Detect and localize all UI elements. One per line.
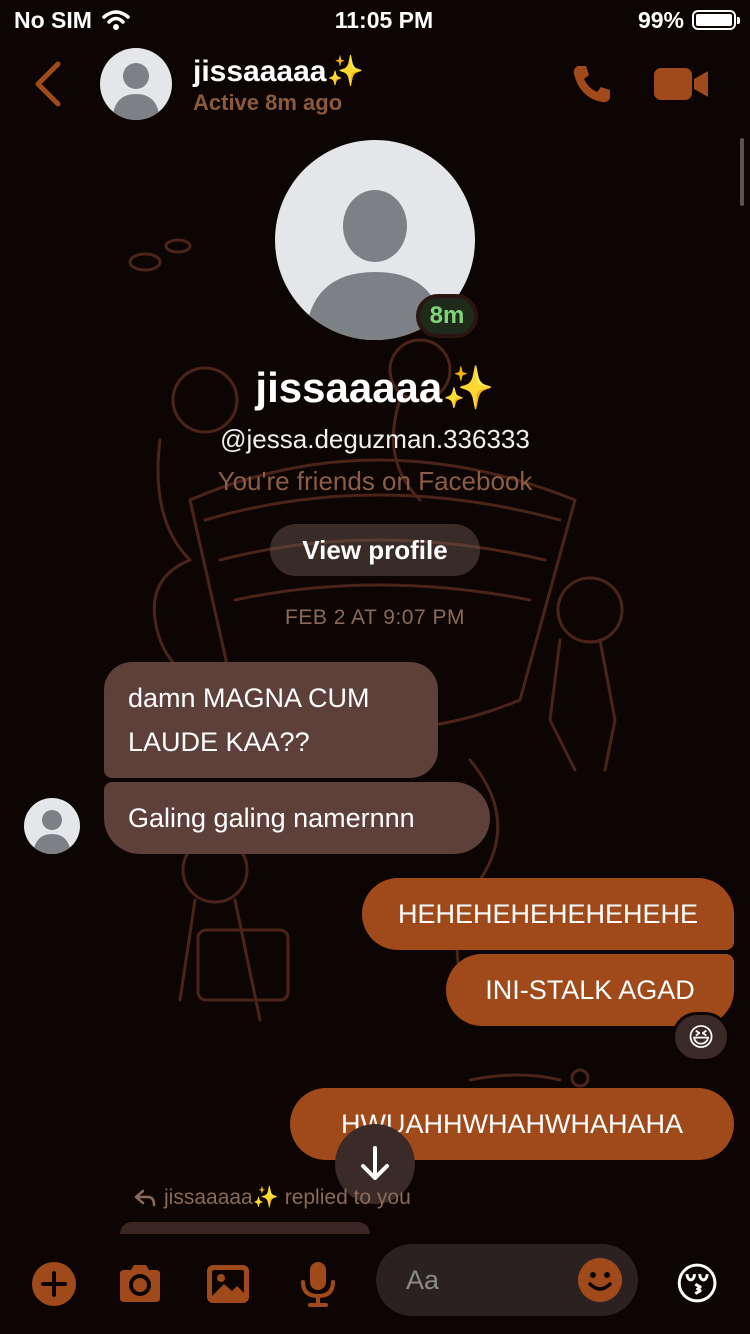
scrollbar[interactable] bbox=[740, 138, 744, 206]
header-active-status: Active 8m ago bbox=[193, 90, 343, 115]
message-reaction[interactable]: 😆 bbox=[672, 1012, 730, 1062]
battery-group: 99% bbox=[637, 6, 740, 34]
message-timestamp: FEB 2 AT 9:07 PM bbox=[285, 606, 465, 629]
photo-icon[interactable] bbox=[202, 1258, 254, 1310]
clock: 11:05 PM bbox=[334, 6, 434, 33]
header-avatar[interactable] bbox=[100, 48, 172, 120]
message-composer: Aa 😚 bbox=[0, 1234, 750, 1334]
header-contact-name[interactable]: jissaaaaa✨ bbox=[193, 54, 364, 89]
battery-fill bbox=[695, 14, 732, 26]
status-bar: No SIM 11:05 PM 99% bbox=[0, 0, 750, 40]
sender-avatar[interactable] bbox=[24, 798, 80, 854]
friends-note: You're friends on Facebook bbox=[217, 466, 533, 496]
plus-icon[interactable] bbox=[28, 1258, 80, 1310]
back-arrow-icon[interactable] bbox=[30, 60, 66, 108]
message-input[interactable]: Aa bbox=[376, 1244, 638, 1316]
profile-name: jissaaaaa✨ bbox=[255, 364, 495, 411]
message-bubble-outgoing[interactable]: HEHEHEHEHEHEHEHE bbox=[362, 878, 734, 950]
profile-handle: @jessa.deguzman.336333 bbox=[220, 424, 530, 454]
reply-note-text: jissaaaaa✨ replied to you bbox=[164, 1186, 411, 1209]
battery-icon bbox=[691, 10, 740, 30]
message-input-placeholder: Aa bbox=[406, 1264, 440, 1295]
carrier-group: No SIM bbox=[14, 7, 130, 34]
phone-icon[interactable] bbox=[568, 60, 616, 108]
camera-icon[interactable] bbox=[114, 1258, 166, 1310]
smiley-icon[interactable] bbox=[576, 1256, 624, 1304]
default-avatar-icon bbox=[33, 810, 71, 854]
carrier-label: No SIM bbox=[14, 6, 92, 33]
reply-indicator: jissaaaaa✨ replied to you bbox=[134, 1186, 411, 1210]
message-bubble-incoming[interactable]: Galing galing namernnn bbox=[104, 782, 490, 854]
active-time-badge: 8m bbox=[416, 294, 478, 338]
arrow-down-icon bbox=[361, 1146, 389, 1180]
view-profile-button[interactable]: View profile bbox=[270, 524, 480, 576]
quick-reaction-button[interactable]: 😚 bbox=[670, 1258, 724, 1312]
default-avatar-icon bbox=[112, 63, 160, 120]
conversation-header: jissaaaaa✨ Active 8m ago bbox=[0, 40, 750, 128]
video-camera-icon[interactable] bbox=[652, 62, 710, 106]
microphone-icon[interactable] bbox=[292, 1258, 344, 1310]
wifi-icon bbox=[102, 10, 130, 30]
battery-percent: 99% bbox=[637, 6, 684, 33]
reply-arrow-icon bbox=[134, 1189, 156, 1207]
message-bubble-incoming[interactable]: damn MAGNA CUM LAUDE KAA?? bbox=[104, 662, 438, 778]
reply-bubble-peek bbox=[120, 1222, 370, 1234]
